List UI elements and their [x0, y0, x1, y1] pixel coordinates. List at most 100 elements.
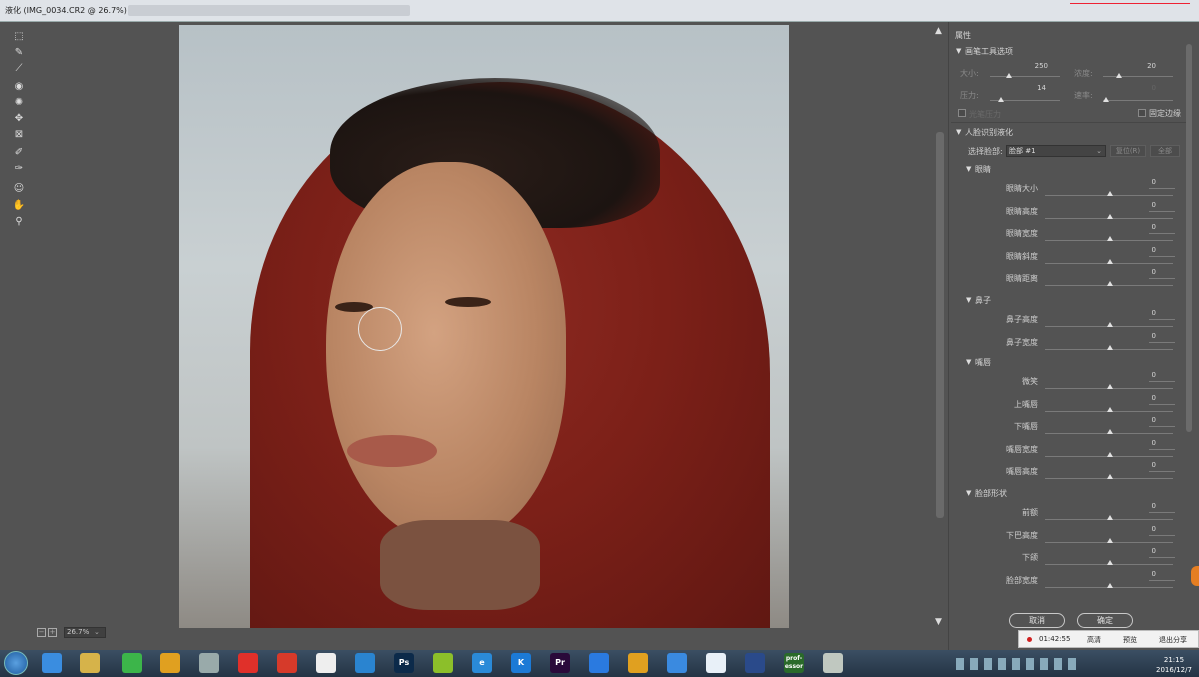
- eye-slider-knob[interactable]: [1107, 191, 1113, 196]
- preview-button[interactable]: 预览: [1123, 635, 1137, 645]
- app-green-taskbar-icon[interactable]: [122, 653, 142, 673]
- mouth-slider-knob[interactable]: [1107, 406, 1113, 412]
- pucker-tool-icon[interactable]: ✺: [12, 96, 26, 109]
- mouth-slider-value[interactable]: 0: [1128, 394, 1156, 402]
- eye-slider-knob[interactable]: [1107, 258, 1113, 264]
- ie-taskbar-icon[interactable]: e: [472, 653, 492, 673]
- nose-slider-knob[interactable]: [1107, 344, 1113, 350]
- mouth-slider-knob[interactable]: [1107, 429, 1113, 435]
- size-slider[interactable]: [990, 76, 1060, 77]
- face-shape-slider-value[interactable]: 0: [1128, 502, 1156, 510]
- nose-slider-value[interactable]: 0: [1128, 332, 1156, 340]
- image-canvas[interactable]: [179, 25, 789, 628]
- tray-icons[interactable]: [956, 658, 1076, 670]
- face-shape-slider-knob[interactable]: [1107, 537, 1113, 543]
- zoom-tool-icon[interactable]: ⚲: [12, 215, 26, 228]
- photoshop-taskbar-icon[interactable]: Ps: [394, 653, 414, 673]
- collapse-triangle-icon[interactable]: ▼: [966, 489, 971, 497]
- professor-taskbar-icon[interactable]: prof-essor: [784, 653, 804, 673]
- twirl-tool-icon[interactable]: ◉: [12, 80, 26, 93]
- pin-edges-checkbox[interactable]: [1138, 109, 1146, 117]
- hd-button[interactable]: 高清: [1087, 635, 1101, 645]
- zoom-out-button[interactable]: −: [37, 628, 46, 637]
- eye-slider-knob[interactable]: [1107, 236, 1113, 242]
- weibo-taskbar-icon[interactable]: [238, 653, 258, 673]
- face-shape-slider-knob[interactable]: [1107, 560, 1113, 566]
- clock[interactable]: 21:15 2016/12/7: [1156, 655, 1192, 675]
- push-left-tool-icon[interactable]: ⊠: [12, 128, 26, 141]
- hand-tool-icon[interactable]: ✋: [12, 199, 26, 212]
- collapse-triangle-icon[interactable]: ▼: [966, 358, 971, 366]
- smooth-tool-icon[interactable]: ⟋: [12, 62, 26, 75]
- density-slider[interactable]: [1103, 76, 1173, 77]
- collapse-triangle-icon[interactable]: ▼: [956, 47, 961, 55]
- face-shape-slider-knob[interactable]: [1107, 582, 1113, 588]
- panel-scrollbar[interactable]: [1186, 44, 1192, 432]
- video-app-taskbar-icon[interactable]: [745, 653, 765, 673]
- canvas-scroll-thumb[interactable]: [936, 132, 944, 518]
- mouth-slider-knob[interactable]: [1107, 474, 1113, 480]
- mouth-slider-value[interactable]: 0: [1128, 416, 1156, 424]
- cloud-taskbar-icon[interactable]: [355, 653, 375, 673]
- collapse-triangle-icon[interactable]: ▼: [956, 128, 961, 136]
- nose-slider-value[interactable]: 0: [1128, 309, 1156, 317]
- kugou-taskbar-icon[interactable]: K: [511, 653, 531, 673]
- eye-slider-value[interactable]: 0: [1128, 201, 1156, 209]
- premiere-taskbar-icon[interactable]: Pr: [550, 653, 570, 673]
- floating-widget-icon[interactable]: [1191, 566, 1199, 586]
- size-value[interactable]: 250: [1020, 62, 1048, 70]
- pen-app-taskbar-icon[interactable]: [589, 653, 609, 673]
- face-shape-slider-value[interactable]: 0: [1128, 570, 1156, 578]
- collapse-triangle-icon[interactable]: ▼: [966, 165, 971, 173]
- app-360-taskbar-icon[interactable]: [42, 653, 62, 673]
- chrome-taskbar-icon[interactable]: [160, 653, 180, 673]
- freeze-mask-tool-icon[interactable]: ✐: [12, 146, 26, 159]
- eye-slider-value[interactable]: 0: [1128, 223, 1156, 231]
- density-value[interactable]: 20: [1128, 62, 1156, 70]
- rate-slider[interactable]: [1103, 100, 1173, 101]
- start-button[interactable]: [4, 651, 28, 675]
- pressure-value[interactable]: 14: [1018, 84, 1046, 92]
- zoom-in-button[interactable]: +: [48, 628, 57, 637]
- rate-slider-knob[interactable]: [1103, 97, 1109, 102]
- eye-slider-value[interactable]: 0: [1128, 246, 1156, 254]
- mouth-slider-value[interactable]: 0: [1128, 461, 1156, 469]
- density-slider-knob[interactable]: [1116, 73, 1122, 78]
- document-taskbar-icon[interactable]: [316, 653, 336, 673]
- mouth-slider-value[interactable]: 0: [1128, 439, 1156, 447]
- ok-button[interactable]: 确定: [1077, 613, 1133, 628]
- all-button[interactable]: 全部: [1150, 145, 1180, 157]
- app-yellow-taskbar-icon[interactable]: [433, 653, 453, 673]
- netease-music-taskbar-icon[interactable]: [277, 653, 297, 673]
- explorer-taskbar-icon[interactable]: [80, 653, 100, 673]
- face-shape-slider-knob[interactable]: [1107, 515, 1113, 520]
- exit-share-button[interactable]: 退出分享: [1159, 635, 1187, 645]
- reset-button[interactable]: 复位(R): [1110, 145, 1146, 157]
- eye-slider-knob[interactable]: [1107, 213, 1113, 219]
- face-select[interactable]: 脸部 #1 ⌄: [1006, 145, 1106, 157]
- size-slider-knob[interactable]: [1006, 73, 1012, 78]
- chrome2-taskbar-icon[interactable]: [628, 653, 648, 673]
- eye-slider-value[interactable]: 0: [1128, 178, 1156, 186]
- forward-warp-tool-icon[interactable]: ⬚: [12, 30, 26, 43]
- chevron-down-icon[interactable]: ⌄: [94, 628, 100, 636]
- rate-value[interactable]: 0: [1128, 84, 1156, 92]
- pressure-slider-knob[interactable]: [998, 97, 1004, 102]
- eye-slider-value[interactable]: 0: [1128, 268, 1156, 276]
- eye-slider-knob[interactable]: [1107, 281, 1113, 287]
- stylus-checkbox[interactable]: [958, 109, 966, 117]
- scroll-up-icon[interactable]: ▲: [935, 26, 942, 36]
- scroll-down-icon[interactable]: ▼: [935, 617, 942, 627]
- bloat-tool-icon[interactable]: ✥: [12, 112, 26, 125]
- mouth-slider-knob[interactable]: [1107, 451, 1113, 457]
- bird-app-taskbar-icon[interactable]: [706, 653, 726, 673]
- face-shape-slider-value[interactable]: 0: [1128, 547, 1156, 555]
- image-app-taskbar-icon[interactable]: [823, 653, 843, 673]
- app-cat-taskbar-icon[interactable]: [199, 653, 219, 673]
- baidu-cloud-taskbar-icon[interactable]: [667, 653, 687, 673]
- nose-slider-knob[interactable]: [1107, 322, 1113, 327]
- cancel-button[interactable]: 取消: [1009, 613, 1065, 628]
- thaw-mask-tool-icon[interactable]: ✑: [12, 162, 26, 175]
- face-shape-slider-value[interactable]: 0: [1128, 525, 1156, 533]
- collapse-triangle-icon[interactable]: ▼: [966, 296, 971, 304]
